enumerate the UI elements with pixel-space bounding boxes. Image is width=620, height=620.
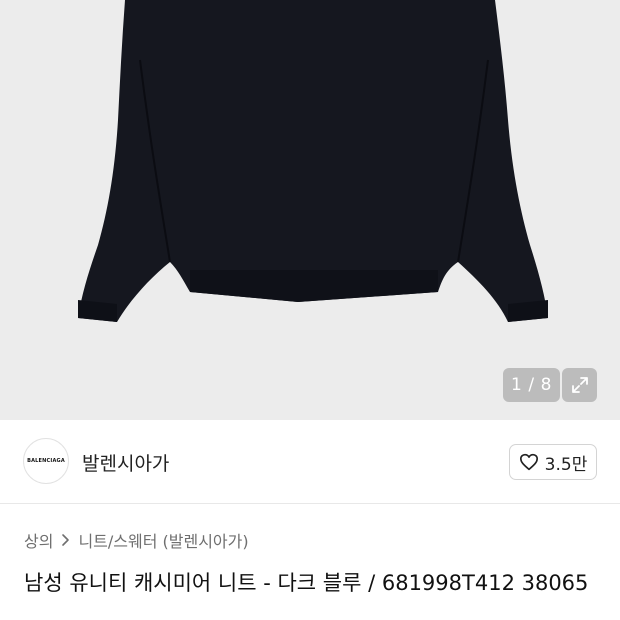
- breadcrumb: 상의 니트/스웨터 (발렌시아가): [24, 528, 249, 552]
- like-button[interactable]: 3.5만: [509, 444, 597, 480]
- total-pages: 8: [540, 375, 552, 395]
- page-separator: /: [528, 375, 535, 395]
- product-image-gallery[interactable]: 1 / 8: [0, 0, 620, 420]
- breadcrumb-item-top[interactable]: 상의: [24, 528, 53, 552]
- image-page-counter: 1 / 8: [503, 368, 560, 402]
- expand-arrows-icon: [571, 377, 588, 393]
- chevron-right-icon: [61, 533, 70, 547]
- heart-outline-icon: [519, 453, 538, 471]
- brand-row[interactable]: BALENCIAGA 발렌시아가 3.5만: [0, 420, 620, 504]
- current-page: 1: [511, 375, 523, 395]
- brand-logo[interactable]: BALENCIAGA: [23, 438, 69, 484]
- product-image[interactable]: [0, 0, 620, 420]
- brand-name[interactable]: 발렌시아가: [82, 449, 169, 476]
- like-count: 3.5만: [544, 454, 588, 475]
- brand-logo-text: BALENCIAGA: [27, 458, 65, 464]
- expand-image-button[interactable]: [562, 368, 597, 402]
- product-title: 남성 유니티 캐시미어 니트 - 다크 블루 / 681998T412 3806…: [24, 571, 589, 595]
- breadcrumb-item-knit[interactable]: 니트/스웨터 (발렌시아가): [78, 528, 248, 552]
